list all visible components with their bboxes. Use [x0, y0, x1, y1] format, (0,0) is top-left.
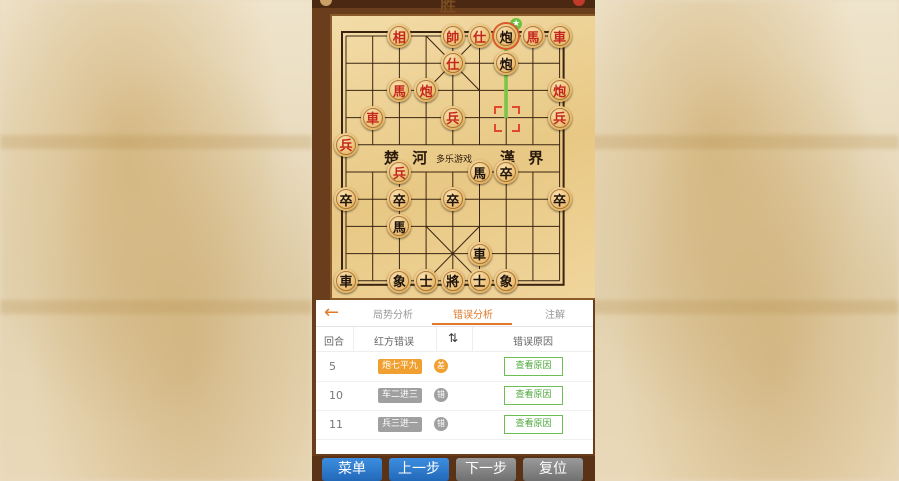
header-red-error: 红方错误 [374, 337, 414, 348]
chess-piece[interactable]: 炮 [547, 78, 572, 103]
table-row: 5 炮七平九 差 查看原因 [316, 352, 593, 382]
chess-piece[interactable]: 馬 [387, 214, 412, 239]
chess-piece[interactable]: 仕 [440, 51, 465, 76]
reset-button[interactable]: 复位 [523, 458, 583, 481]
round-number: 10 [329, 389, 343, 402]
grade-badge: 差 [434, 359, 448, 373]
app-screen: 胜 楚 河 多乐游戏 漢 界 ★ 相帥仕炮馬車仕炮馬炮炮車兵兵兵兵馬卒卒卒卒卒馬… [312, 0, 595, 481]
watermark-label: 多乐游戏 [436, 155, 473, 165]
chess-board[interactable]: 楚 河 多乐游戏 漢 界 ★ 相帥仕炮馬車仕炮馬炮炮車兵兵兵兵馬卒卒卒卒卒馬車車… [330, 14, 595, 300]
chess-piece[interactable]: 卒 [494, 160, 519, 184]
chess-piece[interactable]: 象 [494, 268, 519, 293]
chess-piece[interactable]: 兵 [440, 105, 465, 130]
analysis-panel: ← 局势分析 错误分析 注解 回合 红方错误 ⇅ 错误原因 5 炮七平九 差 查… [316, 300, 593, 454]
view-reason-button[interactable]: 查看原因 [504, 415, 563, 434]
background-left [0, 0, 312, 481]
chess-piece[interactable]: 兵 [387, 160, 412, 184]
chess-piece[interactable]: 士 [414, 268, 439, 293]
chess-piece[interactable]: 相 [387, 24, 412, 48]
round-number: 5 [329, 360, 336, 373]
chess-piece[interactable]: 炮 [414, 78, 439, 103]
background-right [587, 0, 899, 481]
chess-piece[interactable]: 車 [467, 241, 492, 266]
opponent-avatar-icon [573, 0, 585, 6]
table-header: 回合 红方错误 ⇅ 错误原因 [316, 327, 593, 352]
player-avatar-icon [320, 0, 332, 6]
chess-piece[interactable]: 仕 [467, 24, 492, 48]
chess-piece[interactable]: 帥 [440, 24, 465, 48]
view-reason-button[interactable]: 查看原因 [504, 386, 563, 405]
active-tab-indicator [432, 323, 512, 325]
header-reason: 错误原因 [513, 337, 553, 348]
round-number: 11 [329, 418, 343, 431]
next-step-button[interactable]: 下一步 [456, 458, 516, 481]
tab-error-analysis[interactable]: 错误分析 [453, 306, 493, 321]
table-row: 11 兵三进一 错 查看原因 [316, 410, 593, 440]
chess-piece[interactable]: 車 [547, 24, 572, 48]
chess-piece[interactable]: 象 [387, 268, 412, 293]
col-divider [353, 327, 354, 351]
move-tag: 车二进三 [378, 388, 423, 403]
chess-piece[interactable]: 炮 [494, 51, 519, 76]
sort-icon[interactable]: ⇅ [448, 331, 458, 345]
chess-piece[interactable]: 卒 [334, 187, 358, 212]
col-divider [472, 327, 473, 351]
grade-badge: 错 [434, 417, 448, 431]
chess-piece[interactable]: 馬 [467, 160, 492, 184]
chess-piece[interactable]: 兵 [547, 105, 572, 130]
chess-piece[interactable]: 將 [440, 268, 465, 293]
view-reason-button[interactable]: 查看原因 [504, 357, 563, 376]
chess-piece[interactable]: 士 [467, 268, 492, 293]
move-tag: 兵三进一 [378, 417, 423, 432]
chess-piece[interactable]: 卒 [547, 187, 572, 212]
menu-button[interactable]: 菜单 [322, 458, 382, 481]
chess-piece[interactable]: 兵 [334, 132, 358, 157]
target-marker [494, 105, 521, 132]
tab-situation-analysis[interactable]: 局势分析 [373, 306, 413, 321]
chess-piece[interactable]: 車 [334, 268, 358, 293]
tab-annotation[interactable]: 注解 [545, 306, 565, 321]
chess-piece[interactable]: 炮 [494, 24, 519, 48]
prev-step-button[interactable]: 上一步 [389, 458, 449, 481]
chess-piece[interactable]: 卒 [440, 187, 465, 212]
top-status-bar: 胜 [312, 0, 595, 15]
chess-piece[interactable]: 車 [360, 105, 385, 130]
back-arrow-icon[interactable]: ← [324, 302, 339, 323]
analysis-tabs: ← 局势分析 错误分析 注解 [316, 300, 593, 327]
chess-piece[interactable]: 馬 [520, 24, 545, 48]
bottom-nav-bar: 菜单 上一步 下一步 复位 [312, 456, 595, 481]
header-round: 回合 [324, 337, 344, 348]
chess-piece[interactable]: 卒 [387, 187, 412, 212]
chess-piece[interactable]: 馬 [387, 78, 412, 103]
col-divider [436, 327, 437, 351]
grade-badge: 错 [434, 388, 448, 402]
move-tag: 炮七平九 [378, 359, 423, 374]
table-row: 10 车二进三 错 查看原因 [316, 381, 593, 411]
